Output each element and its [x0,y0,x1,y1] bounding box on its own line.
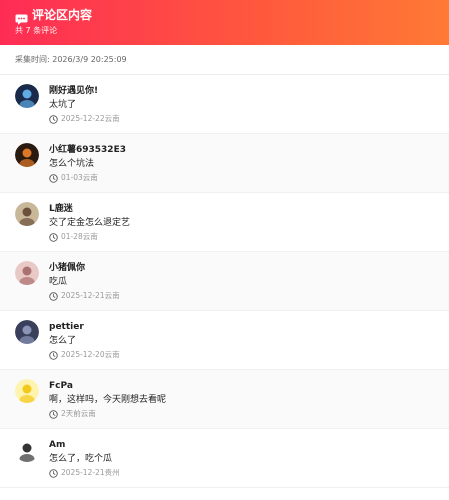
comment-time: 2025-12-20云南 [61,350,120,359]
comment-time: 2025-12-21贵州 [61,468,120,477]
collect-time: 采集时间: 2026/3/9 20:25:09 [15,55,127,64]
comment-time: 2天前云南 [61,409,96,418]
comment-body: 刚好遇见你! 太坑了 2025-12-22云南 [49,84,434,133]
comment-icon [15,10,28,25]
clock-icon [49,114,58,124]
collect-time-bar: 采集时间: 2026/3/9 20:25:09 [0,45,449,75]
comment-time: 01-03云南 [61,173,98,182]
page-title: 评论区内容 [32,8,93,22]
avatar[interactable] [15,261,39,285]
comment-meta: 01-28云南 [49,232,434,242]
comment-item[interactable]: FcPa 啊，这样吗，今天刚想去看呢 2天前云南 [0,370,449,429]
comment-author[interactable]: 小猪佩你 [49,262,434,274]
comment-text: 吃瓜 [49,277,68,287]
comment-item[interactable]: L鹿迷交了定金怎么退定艺 01-28云南 [0,193,449,252]
comment-item[interactable]: Am 怎么了，吃个瓜 2025-12-21贵州 [0,429,449,488]
comment-body: L鹿迷交了定金怎么退定艺 01-28云南 [49,202,434,251]
avatar[interactable] [15,143,39,167]
comment-item[interactable]: 小猪佩你吃瓜 2025-12-21云南 [0,252,449,311]
clock-icon [49,173,58,183]
comment-body: Am 怎么了，吃个瓜 2025-12-21贵州 [49,438,434,487]
comment-author[interactable]: L鹿迷 [49,203,434,215]
avatar[interactable] [15,320,39,344]
comment-text: 啊，这样吗，今天刚想去看呢 [49,395,167,405]
comment-meta: 2025-12-22云南 [49,114,434,124]
avatar[interactable] [15,438,39,462]
comment-item[interactable]: 小红薯693532E3 怎么个坑法 01-03云南 [0,134,449,193]
comment-body: 小猪佩你吃瓜 2025-12-21云南 [49,261,434,310]
comment-text: 怎么了，吃个瓜 [49,454,113,464]
comment-list: 刚好遇见你! 太坑了 2025-12-22云南小红薯693532E3 怎么个坑法 01-… [0,75,449,488]
clock-icon [49,468,58,478]
comment-text: 怎么个坑法 [49,159,95,169]
comment-author[interactable]: 小红薯693532E3 [49,144,434,156]
avatar[interactable] [15,84,39,108]
comment-item[interactable]: pettier 怎么了 2025-12-20云南 [0,311,449,370]
comment-time: 2025-12-22云南 [61,114,120,123]
avatar[interactable] [15,202,39,226]
comment-count: 共 7 条评论 [15,26,58,35]
clock-icon [49,291,58,301]
comment-meta: 2025-12-21贵州 [49,468,434,478]
clock-icon [49,232,58,242]
comment-text: 怎么了 [49,336,77,346]
comment-body: 小红薯693532E3 怎么个坑法 01-03云南 [49,143,434,192]
comment-meta: 2天前云南 [49,409,434,419]
header-title-row: 评论区内容 [15,7,434,25]
comment-author[interactable]: pettier [49,321,434,333]
comment-time: 01-28云南 [61,232,98,241]
comment-author[interactable]: FcPa [49,380,434,392]
comment-text: 交了定金怎么退定艺 [49,218,131,228]
clock-icon [49,409,58,419]
avatar[interactable] [15,379,39,403]
comment-text: 太坑了 [49,100,77,110]
comment-item[interactable]: 刚好遇见你! 太坑了 2025-12-22云南 [0,75,449,134]
comment-meta: 01-03云南 [49,173,434,183]
clock-icon [49,350,58,360]
comment-meta: 2025-12-21云南 [49,291,434,301]
comment-time: 2025-12-21云南 [61,291,120,300]
comment-body: pettier 怎么了 2025-12-20云南 [49,320,434,369]
comment-author[interactable]: 刚好遇见你! [49,85,434,97]
comment-author[interactable]: Am [49,439,434,451]
comment-meta: 2025-12-20云南 [49,350,434,360]
comment-body: FcPa 啊，这样吗，今天刚想去看呢 2天前云南 [49,379,434,428]
page-header: 评论区内容 共 7 条评论 [0,0,449,45]
